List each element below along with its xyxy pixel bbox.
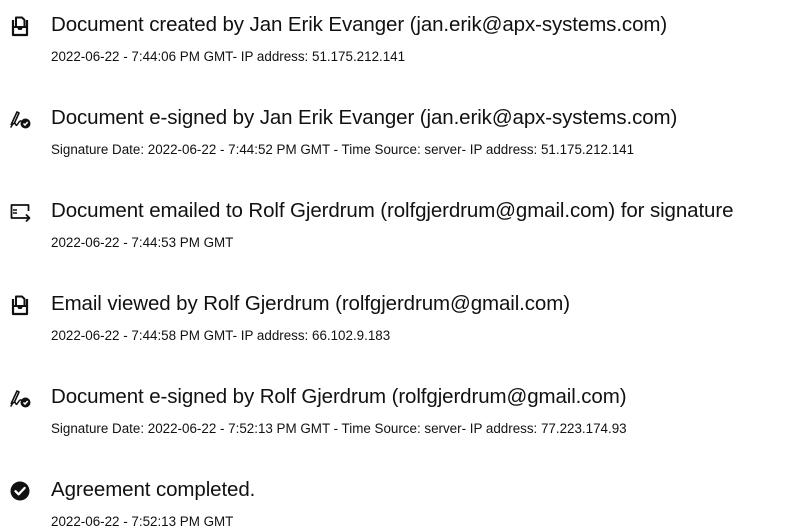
event-title: Document created by Jan Erik Evanger (ja… bbox=[51, 13, 668, 36]
document-created-icon bbox=[9, 15, 31, 37]
event-title: Document e-signed by Rolf Gjerdrum (rolf… bbox=[51, 385, 627, 408]
event-timestamp: 2022-06-22 - 7:52:13 PM GMT bbox=[51, 514, 234, 529]
event-timestamp: 2022-06-22 - 7:44:06 PM GMT- IP address:… bbox=[51, 49, 406, 64]
event-timestamp: Signature Date: 2022-06-22 - 7:44:52 PM … bbox=[51, 142, 635, 157]
event-title: Email viewed by Rolf Gjerdrum (rolfgjerd… bbox=[51, 292, 570, 315]
email-viewed-icon bbox=[9, 294, 31, 316]
event-timestamp: 2022-06-22 - 7:44:58 PM GMT- IP address:… bbox=[51, 328, 391, 343]
email-sent-icon bbox=[9, 201, 31, 223]
e-signature-icon bbox=[9, 387, 31, 409]
event-timestamp: Signature Date: 2022-06-22 - 7:52:13 PM … bbox=[51, 421, 627, 436]
event-title: Agreement completed. bbox=[51, 478, 256, 501]
event-title: Document e-signed by Jan Erik Evanger (j… bbox=[51, 106, 678, 129]
event-title: Document emailed to Rolf Gjerdrum (rolfg… bbox=[51, 199, 734, 222]
agreement-completed-icon bbox=[9, 480, 31, 502]
event-timestamp: 2022-06-22 - 7:44:53 PM GMT bbox=[51, 235, 234, 250]
e-signature-icon bbox=[9, 108, 31, 130]
